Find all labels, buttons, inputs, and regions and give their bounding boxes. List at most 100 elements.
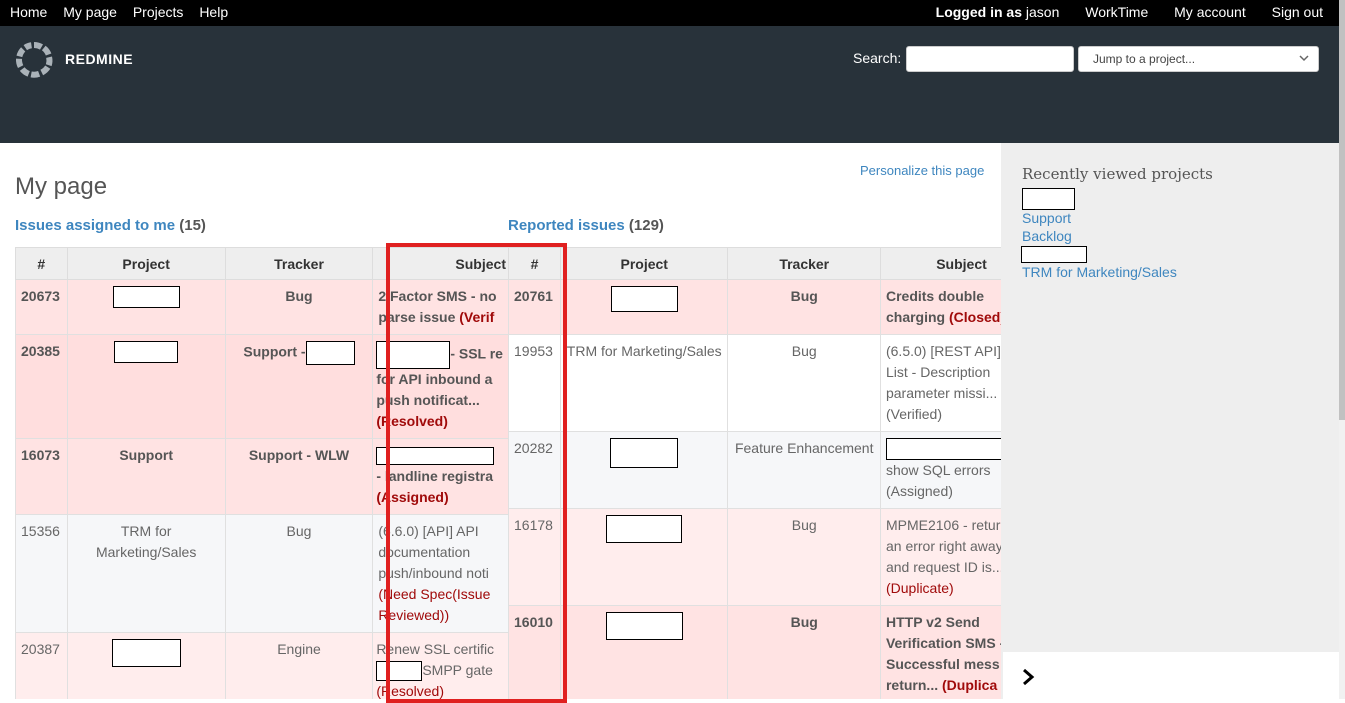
reported-issues-link[interactable]: Reported issues: [508, 217, 625, 234]
issue-subject-cell[interactable]: MPME2106 - returns an error right away, …: [879, 508, 1001, 607]
issue-id-link[interactable]: 20387: [15, 631, 68, 699]
jump-to-project-select[interactable]: Jump to a project...: [1078, 46, 1319, 72]
table-row[interactable]: 15356 TRM for Marketing/Sales Bug (6.6.0…: [15, 514, 509, 633]
redacted-block: [376, 661, 423, 682]
menu-home-link[interactable]: Home: [10, 4, 47, 20]
issue-status: (Assigned): [885, 483, 953, 500]
redacted-block: [1022, 188, 1075, 210]
sidebar-item-backlog[interactable]: Backlog: [1022, 228, 1072, 244]
issue-status: (Closed): [949, 309, 1001, 325]
menu-sign-out-link[interactable]: Sign out: [1272, 4, 1323, 20]
table-row[interactable]: 20282 Feature Enhancement show SQL error…: [508, 430, 1001, 510]
issue-tracker-cell: Support - WLW: [224, 438, 374, 515]
issue-project-cell: Support: [66, 438, 226, 515]
column-header-id[interactable]: #: [508, 247, 561, 280]
issue-subject-link[interactable]: (6.5.0) [REST API] PUT: [886, 341, 1001, 362]
table-row[interactable]: 20761 Bug Credits double charging (Close…: [508, 279, 1001, 335]
issue-subject-cell[interactable]: show SQL errors (Assigned): [879, 430, 1001, 510]
search-input[interactable]: [906, 46, 1074, 72]
issue-subject-line: parse issue (Verif: [378, 307, 503, 328]
column-header-subject[interactable]: Subject: [372, 247, 509, 280]
menu-worktime-link[interactable]: WorkTime: [1085, 4, 1148, 20]
issue-subject-cell[interactable]: - SSL re for API inbound a push notifica…: [372, 334, 509, 439]
table-row[interactable]: 20387 Engine Renew SSL certific SMPP gat…: [15, 631, 509, 699]
issue-project-cell: [559, 279, 729, 335]
column-header-subject[interactable]: Subject: [879, 247, 1001, 280]
issue-project-cell: [559, 430, 729, 510]
issue-subject-line-text: Verification SMS -: [885, 635, 1001, 652]
reported-issues-title: Reported issues (129): [508, 217, 664, 234]
issue-subject-line-text: SMPP gate: [422, 662, 493, 678]
issue-id-link[interactable]: 16178: [508, 508, 561, 607]
issue-subject-link[interactable]: 2 Factor SMS - no: [378, 286, 503, 307]
table-row[interactable]: 16178 Bug MPME2106 - returns an error ri…: [508, 508, 1001, 607]
sidebar-item-support[interactable]: Support: [1022, 210, 1071, 226]
issue-subject-line: return... (Duplica: [886, 675, 1001, 696]
assigned-issues-link[interactable]: Issues assigned to me: [15, 217, 175, 234]
issue-subject-link[interactable]: HTTP v2 Send: [886, 612, 1001, 633]
issue-id-link[interactable]: 16010: [508, 605, 561, 699]
issue-subject-cell[interactable]: Credits double charging (Closed): [879, 279, 1001, 335]
issue-subject-link[interactable]: Credits double: [886, 286, 1001, 307]
table-row[interactable]: 20385 Support - - SSL re for API inbound…: [15, 334, 509, 439]
table-row[interactable]: 16073 Support Support - WLW - landline r…: [15, 438, 509, 515]
assigned-issues-table: # Project Tracker Subject 20673 Bug 2 Fa…: [15, 247, 509, 699]
username-link[interactable]: jason: [1026, 4, 1059, 20]
column-header-id[interactable]: #: [15, 247, 68, 280]
issue-tracker-cell: Engine: [224, 631, 374, 699]
issue-tracker-cell: Support -: [224, 334, 374, 439]
issue-subject-line-text: show SQL errors: [885, 462, 991, 479]
issue-subject-line-text: and request ID is...: [885, 559, 1001, 576]
issue-subject-cell[interactable]: HTTP v2 Send Verification SMS - Successf…: [879, 605, 1001, 699]
issue-id-link[interactable]: 20761: [508, 279, 561, 335]
menu-my-account-link[interactable]: My account: [1174, 4, 1246, 20]
issue-subject-cell[interactable]: Renew SSL certific SMPP gate (Resolved): [372, 631, 509, 699]
redacted-block: [114, 341, 179, 364]
table-row[interactable]: 20673 Bug 2 Factor SMS - no parse issue …: [15, 279, 509, 335]
issue-subject-line: - SSL re: [376, 341, 503, 369]
table-row[interactable]: 16010 Bug HTTP v2 Send Verification SMS …: [508, 605, 1001, 699]
assigned-issues-title: Issues assigned to me (15): [15, 217, 206, 234]
issue-id-link[interactable]: 20385: [15, 334, 68, 439]
reported-issues-table: # Project Tracker Subject 20761 Bug Cred…: [508, 247, 1001, 699]
menu-my-page-link[interactable]: My page: [63, 4, 117, 20]
issue-id-link[interactable]: 15356: [15, 514, 68, 633]
issue-id-link[interactable]: 20673: [15, 279, 68, 335]
redacted-block: [376, 447, 495, 466]
table-row[interactable]: 19953 TRM for Marketing/Sales Bug (6.5.0…: [508, 334, 1001, 432]
menu-help-link[interactable]: Help: [199, 4, 228, 20]
page-scrollbar[interactable]: [1339, 0, 1345, 699]
redacted-block: [305, 341, 355, 365]
issue-subject-line: SMPP gate: [376, 660, 503, 682]
issue-subject-cell[interactable]: 2 Factor SMS - no parse issue (Verif: [372, 279, 509, 335]
column-header-project[interactable]: Project: [66, 247, 226, 280]
column-header-tracker[interactable]: Tracker: [224, 247, 374, 280]
issue-subject-line-text: push notificat...: [376, 392, 480, 408]
issue-subject-link[interactable]: MPME2106 - returns: [886, 515, 1001, 536]
menu-projects-link[interactable]: Projects: [133, 4, 184, 20]
issue-subject-link[interactable]: (6.6.0) [API] API: [378, 521, 503, 542]
scrollbar-thumb[interactable]: [1339, 0, 1345, 420]
header: REDMINE Search: Jump to a project...: [0, 26, 1339, 143]
issue-status: (Resolved): [376, 683, 445, 699]
issue-subject-link[interactable]: - SSL re: [450, 346, 503, 362]
issue-subject-line-text: return...: [885, 677, 939, 694]
issue-status-continued: Reviewed)): [378, 607, 450, 623]
issue-id-link[interactable]: 20282: [508, 430, 561, 510]
issue-subject-line-text: Successful mess: [885, 656, 1000, 673]
column-header-project[interactable]: Project: [559, 247, 729, 280]
issue-id-link[interactable]: 16073: [15, 438, 68, 515]
issue-id-link[interactable]: 19953: [508, 334, 561, 432]
issue-project-cell: [66, 631, 226, 699]
issue-subject-cell[interactable]: - landline registra (Assigned): [372, 438, 509, 515]
sidebar-item-trm-marketing-sales[interactable]: TRM for Marketing/Sales: [1022, 264, 1177, 280]
personalize-page-link[interactable]: Personalize this page: [860, 163, 984, 178]
column-header-tracker[interactable]: Tracker: [727, 247, 881, 280]
issue-subject-cell[interactable]: (6.6.0) [API] API documentation push/inb…: [372, 514, 509, 633]
sidebar-toggle-button[interactable]: [1003, 651, 1339, 699]
assigned-issues-count: (15): [179, 217, 206, 234]
issue-subject-cell[interactable]: (6.5.0) [REST API] PUT List - Descriptio…: [879, 334, 1001, 432]
issue-subject-link[interactable]: Renew SSL certific: [376, 639, 503, 660]
chevron-down-icon: [1299, 55, 1309, 62]
issue-tracker-cell: Bug: [727, 508, 881, 607]
